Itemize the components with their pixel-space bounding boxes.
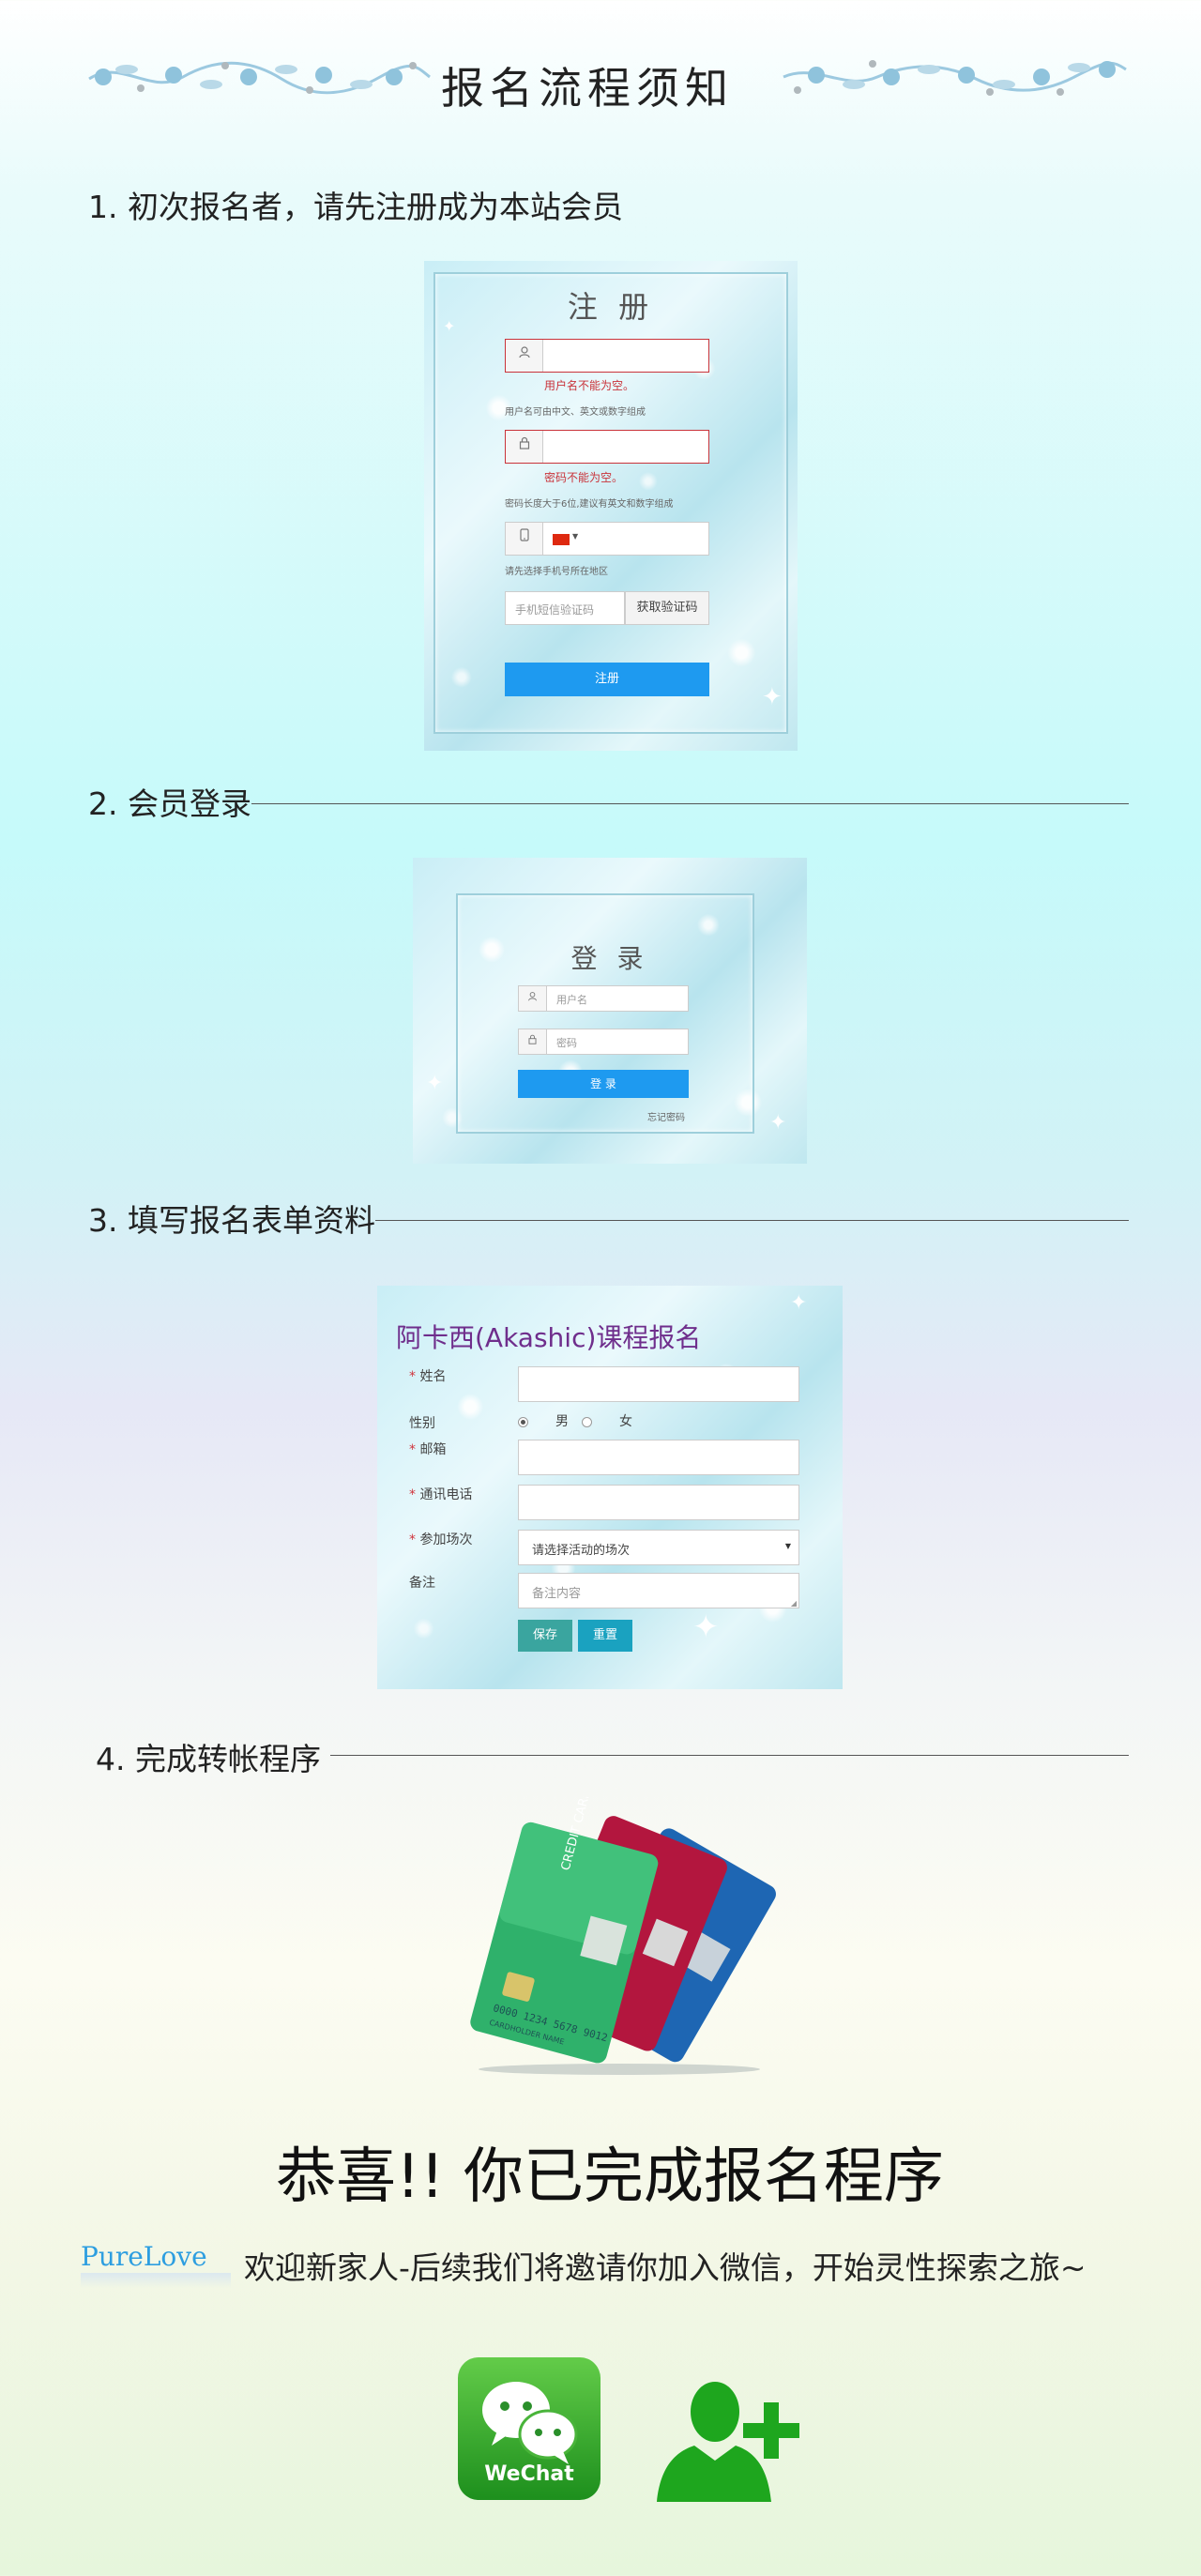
register-sms-code-input[interactable]: 手机短信验证码	[505, 591, 625, 625]
register-username-field[interactable]	[505, 339, 709, 373]
sparkle-star-icon: ✦	[769, 1111, 787, 1135]
session-select[interactable]: 请选择活动的场次 ▼	[518, 1530, 799, 1565]
notes-placeholder: 备注内容	[532, 1587, 582, 1601]
step-1-heading: 1. 初次报名者，请先注册成为本站会员	[88, 189, 623, 225]
credit-cards-illustration: CREDIT CARD 0000 1234 5678 9012 CARDHOLD…	[470, 1797, 776, 2075]
form-title: 阿卡西(Akashic)课程报名	[396, 1322, 702, 1353]
login-panel: 登 录 用户名 密码 登 录 忘记密码 ✦ ✦	[413, 858, 807, 1164]
page-title: 报名流程须知	[441, 63, 734, 114]
step-3-rule	[375, 1220, 1129, 1221]
purelove-logo: PureLove	[81, 2241, 231, 2290]
sms-placeholder: 手机短信验证码	[515, 603, 595, 617]
forgot-password-link[interactable]: 忘记密码	[647, 1109, 685, 1123]
sparkle-star-icon: ✦	[790, 1291, 808, 1315]
phone-input[interactable]	[518, 1485, 799, 1520]
step-4-heading: 4. 完成转帐程序	[96, 1741, 321, 1777]
step-2-heading: 2. 会员登录	[88, 785, 251, 822]
login-username-placeholder: 用户名	[556, 994, 587, 1006]
gender-label: 性别	[409, 1416, 435, 1431]
chevron-down-icon[interactable]: ▼	[572, 532, 578, 541]
notes-label: 备注	[409, 1576, 435, 1591]
add-friend-icon[interactable]	[657, 2374, 816, 2502]
resize-handle-icon[interactable]: ◢	[791, 1599, 797, 1608]
welcome-message: 欢迎新家人-后续我们将邀请你加入微信，开始灵性探索之旅~	[244, 2249, 1087, 2286]
reset-button[interactable]: 重置	[578, 1620, 632, 1652]
register-title: 注 册	[567, 289, 655, 325]
gender-male-radio[interactable]	[518, 1417, 528, 1427]
phone-icon	[506, 523, 543, 555]
gender-male-label: 男	[555, 1414, 569, 1429]
gender-female-radio[interactable]	[582, 1417, 592, 1427]
wechat-label: WeChat	[484, 2462, 574, 2486]
login-username-input[interactable]: 用户名	[518, 985, 689, 1012]
user-icon	[519, 986, 547, 1011]
get-code-button[interactable]: 获取验证码	[625, 591, 709, 625]
user-icon	[506, 340, 543, 372]
email-label: * 邮箱	[409, 1442, 447, 1457]
register-phone-hint: 请先选择手机号所在地区	[505, 567, 608, 577]
login-password-placeholder: 密码	[556, 1037, 577, 1049]
left-vine-ornament	[88, 61, 431, 95]
chevron-down-icon: ▼	[784, 1542, 791, 1550]
sparkle-star-icon: ✦	[692, 1608, 720, 1646]
login-submit-button[interactable]: 登 录	[518, 1070, 689, 1098]
lock-icon	[519, 1029, 547, 1054]
register-username-error: 用户名不能为空。	[544, 379, 635, 392]
name-input[interactable]	[518, 1366, 799, 1402]
wechat-icon[interactable]: WeChat	[458, 2357, 600, 2500]
lock-icon	[506, 431, 543, 463]
sparkle-star-icon: ✦	[762, 683, 783, 711]
step-3-heading: 3. 填写报名表单资料	[88, 1202, 375, 1239]
register-submit-button[interactable]: 注册	[505, 663, 709, 696]
purelove-logo-text: PureLove	[81, 2241, 207, 2272]
register-password-field[interactable]	[505, 430, 709, 464]
phone-label: * 通讯电话	[409, 1487, 473, 1502]
step-2-rule	[251, 803, 1129, 804]
congrats-headline: 恭喜!! 你已完成报名程序	[276, 2142, 944, 2212]
register-password-error: 密码不能为空。	[544, 471, 624, 484]
login-title: 登 录	[570, 943, 649, 974]
register-username-hint: 用户名可由中文、英文或数字组成	[505, 407, 646, 418]
gender-female-label: 女	[619, 1414, 632, 1429]
register-phone-field[interactable]: ▼	[505, 522, 709, 556]
step-4-rule	[330, 1755, 1129, 1756]
email-input[interactable]	[518, 1440, 799, 1475]
notes-textarea[interactable]: 备注内容 ◢	[518, 1573, 799, 1608]
register-panel: 注 册 用户名不能为空。 用户名可由中文、英文或数字组成 密码不能为空。 密码长…	[424, 261, 798, 751]
save-button[interactable]: 保存	[518, 1620, 572, 1652]
china-flag-icon[interactable]	[553, 534, 570, 545]
right-vine-ornament	[783, 60, 1127, 96]
session-label: * 参加场次	[409, 1532, 473, 1547]
sparkle-star-icon: ✦	[443, 317, 456, 335]
login-password-input[interactable]: 密码	[518, 1029, 689, 1055]
name-label: * 姓名	[409, 1369, 447, 1384]
sparkle-star-icon: ✦	[426, 1072, 444, 1095]
signup-form-panel: 阿卡西(Akashic)课程报名 * 姓名 性别 男 女 * 邮箱 * 通讯电话…	[377, 1286, 843, 1689]
register-password-hint: 密码长度大于6位,建议有英文和数字组成	[505, 499, 674, 510]
session-selected-value: 请选择活动的场次	[532, 1544, 631, 1558]
